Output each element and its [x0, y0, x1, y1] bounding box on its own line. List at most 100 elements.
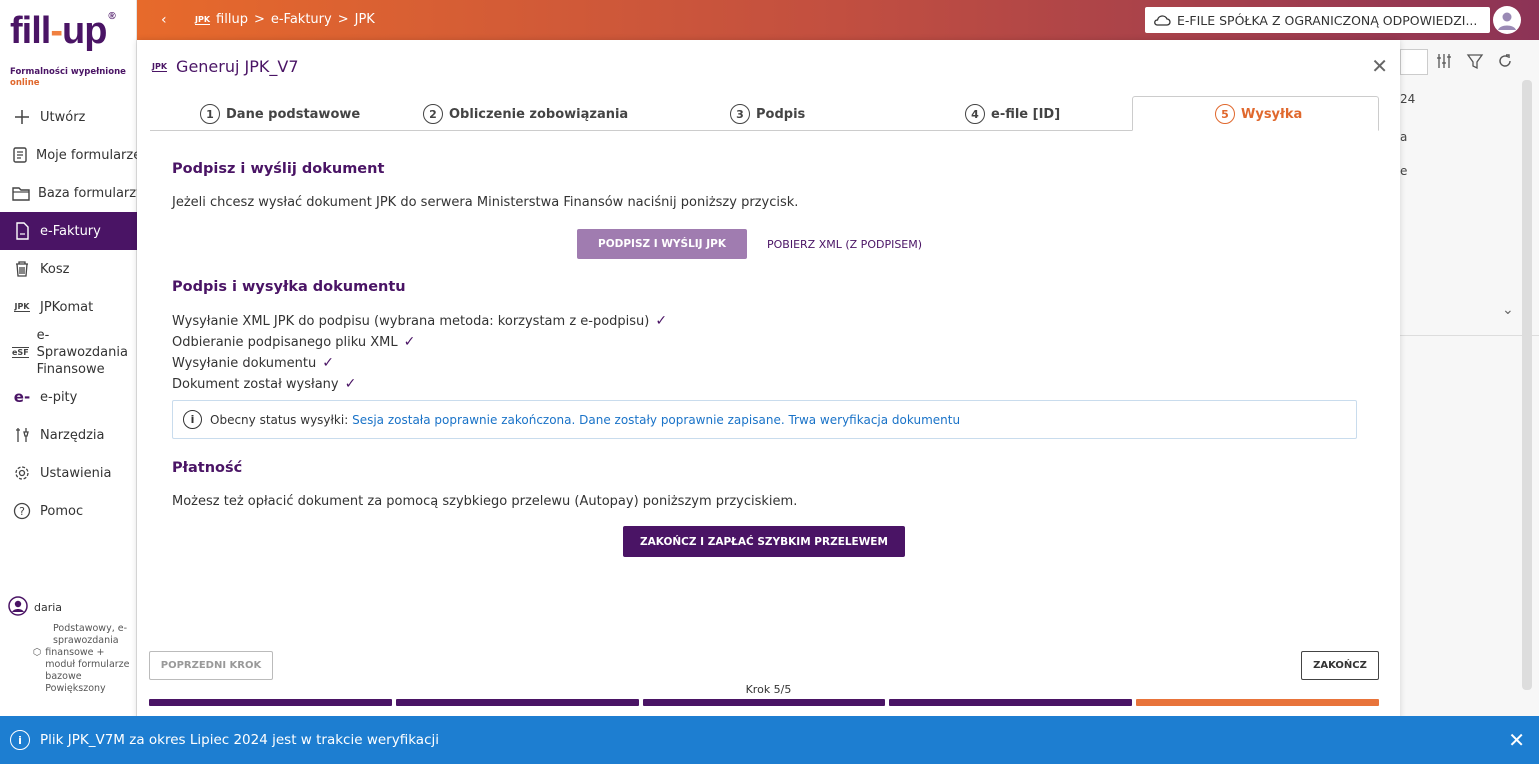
company-name: E-FILE SPÓŁKA Z OGRANICZONĄ ODPOWIEDZI..… [1177, 12, 1478, 28]
sidebar-item-e-pity[interactable]: e-e-pity [0, 378, 137, 416]
document-icon [12, 147, 28, 163]
download-xml-link[interactable]: POBIERZ XML (Z PODPISEM) [767, 229, 922, 259]
tab-wysylka[interactable]: 5 Wysyłka [1215, 101, 1302, 127]
breadcrumb: ‹ JPK fillup > e-Faktury > JPK [161, 12, 375, 28]
bg-text: a [1400, 130, 1408, 144]
step-number: 1 [200, 104, 220, 124]
breadcrumb-separator: > [253, 12, 265, 27]
search-input[interactable] [1400, 49, 1428, 75]
process-step: Dokument został wysłany ✓ [172, 376, 356, 392]
process-step: Odbieranie podpisanego pliku XML ✓ [172, 334, 415, 350]
trash-icon [12, 261, 32, 277]
jpk-icon: JPK [152, 61, 168, 72]
divider [1400, 335, 1539, 336]
avatar [8, 596, 28, 619]
invoice-icon [12, 222, 32, 240]
sidebar-item-e-faktury[interactable]: e-Faktury [0, 212, 137, 250]
esf-icon: eSF [12, 346, 29, 358]
refresh-icon[interactable] [1496, 52, 1514, 75]
dialog-title-text: Generuj JPK_V7 [176, 57, 299, 76]
sidebar-item-label: e-Sprawozdania Finansowe [36, 327, 128, 377]
user-plan: Podstawowy, e-sprawozdania [53, 623, 128, 646]
chevron-down-icon[interactable]: ⌄ [1502, 302, 1514, 318]
background-panel: 24 a e ⌄ [1400, 40, 1539, 720]
process-step-label: Odbieranie podpisanego pliku XML [172, 334, 398, 350]
finish-and-pay-button[interactable]: ZAKOŃCZ I ZAPŁAĆ SZYBKIM PRZELEWEM [623, 526, 905, 557]
process-step-label: Wysyłanie dokumentu [172, 355, 317, 371]
sidebar-item-narzedzia[interactable]: Narzędzia [0, 416, 137, 454]
check-icon: ✓ [655, 313, 668, 329]
sidebar-item-label: JPKomat [40, 299, 94, 315]
tab-dane-podstawowe[interactable]: 1 Dane podstawowe [200, 101, 360, 127]
logo[interactable]: fill-up ® [10, 12, 116, 51]
check-icon: ✓ [344, 376, 357, 392]
status-value: Sesja została poprawnie zakończona. Dane… [352, 412, 961, 427]
sidebar-item-label: e-pity [40, 389, 78, 405]
sidebar-item-baza-formularzy[interactable]: Baza formularzy [0, 174, 137, 212]
info-icon: i [183, 410, 202, 429]
cloud-icon [1153, 13, 1171, 27]
previous-step-button[interactable]: POPRZEDNI KROK [149, 651, 273, 680]
sidebar-item-moje-formularze[interactable]: Moje formularze [0, 136, 137, 174]
plus-icon [12, 109, 32, 125]
user-panel[interactable]: daria Podstawowy, e-sprawozdania ⬡ finans… [8, 596, 137, 695]
sidebar-item-label: Kosz [40, 261, 70, 277]
step-number: 5 [1215, 104, 1235, 124]
sidebar-item-e-sprawozdania[interactable]: eSF e-Sprawozdania Finansowe [0, 326, 137, 378]
process-step-label: Wysyłanie XML JPK do podpisu (wybrana me… [172, 313, 650, 329]
breadcrumb-item: JPK [354, 12, 375, 27]
progress-segment [395, 699, 639, 706]
sidebar-item-label: Moje formularze [36, 147, 137, 163]
company-selector[interactable]: E-FILE SPÓŁKA Z OGRANICZONĄ ODPOWIEDZI..… [1145, 7, 1490, 33]
close-icon[interactable]: ✕ [1508, 728, 1525, 752]
sidebar-item-utworz[interactable]: Utwórz [0, 98, 137, 136]
scrollbar[interactable] [1522, 80, 1532, 690]
breadcrumb-item[interactable]: fillup [216, 12, 248, 27]
section-description: Możesz też opłacić dokument za pomocą sz… [172, 494, 798, 509]
sign-and-send-button[interactable]: PODPISZ I WYŚLIJ JPK [577, 229, 747, 259]
progress-segment-current [1136, 699, 1379, 706]
sidebar-item-label: e-Faktury [40, 223, 101, 239]
columns-icon[interactable] [1436, 52, 1454, 75]
sidebar-item-jpkomat[interactable]: JPK JPKomat [0, 288, 137, 326]
finish-button[interactable]: ZAKOŃCZ [1301, 651, 1379, 680]
dialog-title: JPK Generuj JPK_V7 [152, 57, 299, 76]
sidebar-item-kosz[interactable]: Kosz [0, 250, 137, 288]
sidebar-item-label: Pomoc [40, 503, 84, 519]
breadcrumb-separator: > [337, 12, 349, 27]
sidebar: fill-up ® Formalności wypełnione online U… [0, 0, 137, 764]
check-icon: ✓ [322, 355, 334, 371]
notification-text: Plik JPK_V7M za okres Lipiec 2024 jest w… [40, 732, 439, 748]
sidebar-item-pomoc[interactable]: ? Pomoc [0, 492, 137, 530]
tools-icon [12, 427, 32, 443]
wizard-tabs: 1 Dane podstawowe 2 Obliczenie zobowiązani… [150, 96, 1379, 131]
folder-icon [12, 185, 30, 201]
status-label: Obecny status wysyłki: [210, 412, 349, 427]
sidebar-item-label: Ustawienia [40, 465, 112, 481]
tab-podpis[interactable]: 3 Podpis [730, 101, 805, 127]
process-step: Wysyłanie dokumentu ✓ [172, 355, 334, 371]
close-icon[interactable]: ✕ [1371, 54, 1388, 78]
package-icon: ⬡ [33, 647, 42, 658]
user-plan-detail: finansowe + moduł formularze bazowe Powi… [45, 647, 130, 694]
tab-e-file[interactable]: 4 e-file [ID] [965, 101, 1060, 127]
section-description: Jeżeli chcesz wysłać dokument JPK do ser… [172, 195, 799, 210]
sidebar-item-label: Narzędzia [40, 427, 105, 443]
topbar: ‹ JPK fillup > e-Faktury > JPK E-FILE SP… [137, 0, 1539, 40]
jpk-icon: JPK [195, 14, 211, 25]
tab-label: Dane podstawowe [226, 106, 361, 122]
progress-segment [889, 699, 1133, 706]
sidebar-nav: Utwórz Moje formularze Baza formularzy e… [0, 98, 137, 530]
help-icon: ? [12, 502, 32, 520]
progress-segment [642, 699, 886, 706]
user-avatar-icon[interactable] [1493, 6, 1521, 34]
process-step: Wysyłanie XML JPK do podpisu (wybrana me… [172, 313, 667, 329]
year-text: 24 [1400, 92, 1416, 106]
step-number: 4 [965, 104, 985, 124]
sidebar-item-ustawienia[interactable]: Ustawienia [0, 454, 137, 492]
breadcrumb-item[interactable]: e-Faktury [271, 12, 332, 27]
filter-icon[interactable] [1466, 52, 1484, 75]
tab-obliczenie-zobowiazania[interactable]: 2 Obliczenie zobowiązania [423, 101, 628, 127]
jpk-icon: JPK [14, 302, 30, 312]
chevron-left-icon[interactable]: ‹ [161, 12, 167, 28]
